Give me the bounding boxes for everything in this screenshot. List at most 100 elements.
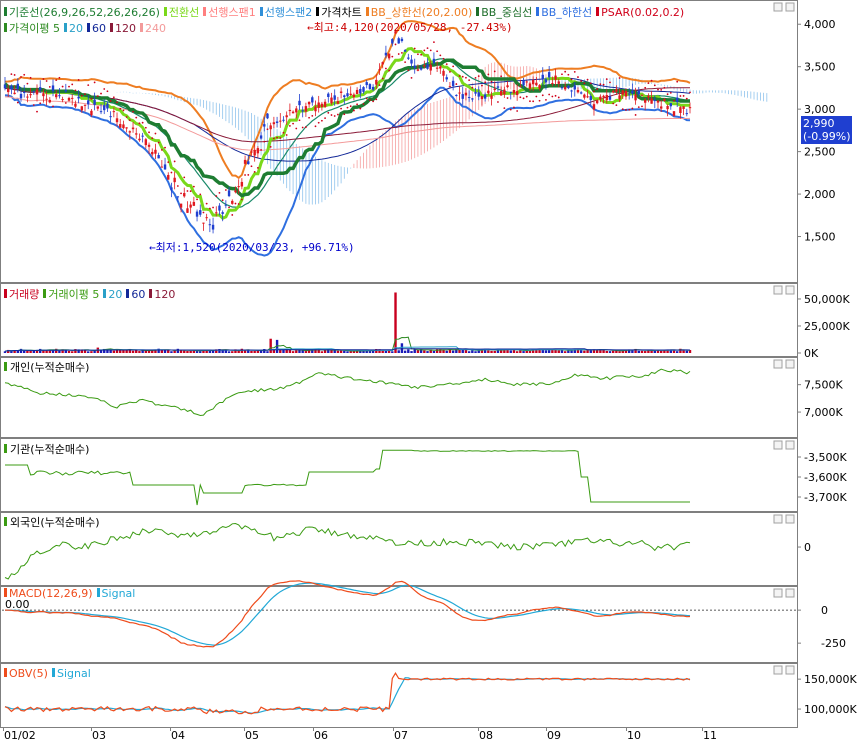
volume-bar	[368, 351, 372, 353]
legend-item[interactable]: 240	[145, 22, 166, 35]
legend-item[interactable]: 선행스팬2	[265, 6, 312, 19]
psar-dot	[532, 100, 535, 103]
legend-item[interactable]: Signal	[57, 667, 91, 680]
psar-dot	[538, 99, 541, 102]
legend-item[interactable]: MACD(12,26,9)	[9, 587, 93, 600]
volume-bar	[391, 351, 394, 353]
psar-dot	[452, 65, 455, 68]
pane-minimize-button[interactable]	[773, 285, 783, 295]
psar-dot	[285, 134, 288, 136]
price-high-annotation: ←최고:4,120(2020/05/28, -27.43%)	[307, 21, 513, 34]
psar-dot	[394, 43, 397, 46]
psar-dot	[218, 192, 221, 194]
legend-marker	[536, 7, 540, 16]
legend-marker	[4, 444, 7, 453]
candle-body	[147, 144, 151, 147]
legend-item[interactable]: 60	[131, 288, 145, 301]
candle-body	[650, 98, 653, 104]
legend-item[interactable]: 선행스팬1	[208, 6, 255, 19]
candle-body	[67, 97, 71, 101]
pane-minimize-button[interactable]	[773, 514, 783, 524]
candle-body	[586, 96, 589, 98]
legend-item[interactable]: 20	[69, 22, 83, 35]
candle-body	[455, 94, 458, 96]
candle-body	[183, 193, 186, 197]
current-change: (-0.99%)	[803, 130, 851, 143]
price-pane-legend: 기준선(26,9,26,52,26,26,26) 전환선 선행스팬1 선행스팬2 가격차…	[4, 4, 684, 19]
legend-item[interactable]: 20	[108, 288, 122, 301]
pane-maximize-button[interactable]	[785, 2, 795, 12]
legend-item[interactable]: 거래량	[9, 288, 39, 301]
legend-item[interactable]: Signal	[102, 587, 136, 600]
pane-minimize-button[interactable]	[773, 440, 783, 450]
psar-dot	[330, 114, 333, 116]
pane-minimize-button[interactable]	[773, 2, 783, 12]
candle-body	[202, 222, 205, 224]
legend-marker	[51, 668, 55, 677]
pane-maximize-button[interactable]	[785, 359, 795, 369]
legend-item[interactable]: BB_하한선	[541, 6, 592, 19]
legend-item[interactable]: 가격이평 5	[9, 22, 60, 35]
psar-dot	[468, 79, 471, 82]
psar-dot	[250, 165, 253, 168]
candle-body	[215, 212, 218, 214]
candle-body	[224, 204, 228, 206]
legend-item[interactable]: PSAR(0.02,0.2)	[601, 6, 684, 19]
legend-item[interactable]: 전환선	[169, 6, 199, 19]
psar-dot	[586, 78, 589, 81]
volume-y-tick-label: 25,000K	[804, 320, 850, 333]
psar-dot	[269, 145, 272, 148]
legend-item[interactable]: 거래이평 5	[48, 288, 99, 301]
candle-body	[32, 90, 36, 92]
psar-dot	[589, 82, 592, 85]
psar-dot	[116, 101, 118, 104]
legend-item[interactable]: 120	[115, 22, 136, 35]
pane-maximize-button[interactable]	[785, 440, 795, 450]
candle-body	[237, 186, 240, 188]
psar-dot	[135, 116, 138, 119]
price-y-tick-label: 2,000	[804, 188, 836, 201]
pane-maximize-button[interactable]	[785, 514, 795, 524]
legend-item[interactable]: 60	[92, 22, 106, 35]
volume-bar	[522, 351, 525, 353]
pane-minimize-button[interactable]	[773, 588, 783, 598]
pane-minimize-button[interactable]	[773, 359, 783, 369]
pane-maximize-button[interactable]	[785, 665, 795, 675]
pane-maximize-button[interactable]	[785, 285, 795, 295]
psar-dot	[20, 76, 22, 78]
candle-body	[7, 88, 10, 93]
psar-dot	[388, 69, 391, 72]
psar-dot	[535, 95, 538, 98]
legend-item[interactable]: 120	[154, 288, 175, 301]
legend-item[interactable]: 기준선(26,9,26,52,26,26,26)	[9, 6, 160, 19]
psar-dot	[173, 160, 176, 163]
legend-item[interactable]: 가격차트	[321, 6, 361, 19]
candle-body	[61, 99, 64, 101]
foreign_pane-y-tick-label: 0	[804, 541, 811, 554]
volume-bar	[346, 351, 349, 353]
psar-dot	[29, 76, 32, 79]
legend-item[interactable]: OBV(5)	[9, 667, 48, 680]
legend-item[interactable]: BB_상한선(20,2.00)	[371, 6, 473, 19]
candle-body	[439, 66, 442, 69]
legend-item[interactable]: BB_중심선	[481, 6, 532, 19]
pane-minimize-button[interactable]	[773, 665, 783, 675]
candle-body	[160, 166, 164, 168]
candle-body	[519, 86, 522, 88]
psar-dot	[336, 113, 339, 116]
psar-dot	[301, 126, 304, 129]
candle-body	[291, 111, 295, 114]
candle-body	[269, 125, 272, 130]
volume-bar	[451, 350, 455, 353]
psar-dot	[74, 89, 77, 92]
volume-bar	[493, 350, 496, 353]
candle-body	[80, 106, 84, 111]
legend-marker	[259, 7, 263, 16]
volume-bar	[400, 343, 404, 353]
psar-dot	[87, 84, 90, 87]
psar-dot	[320, 119, 323, 122]
candle-body	[51, 85, 55, 92]
pane-maximize-button[interactable]	[785, 588, 795, 598]
candle-body	[669, 103, 672, 107]
candle-body	[602, 95, 605, 98]
